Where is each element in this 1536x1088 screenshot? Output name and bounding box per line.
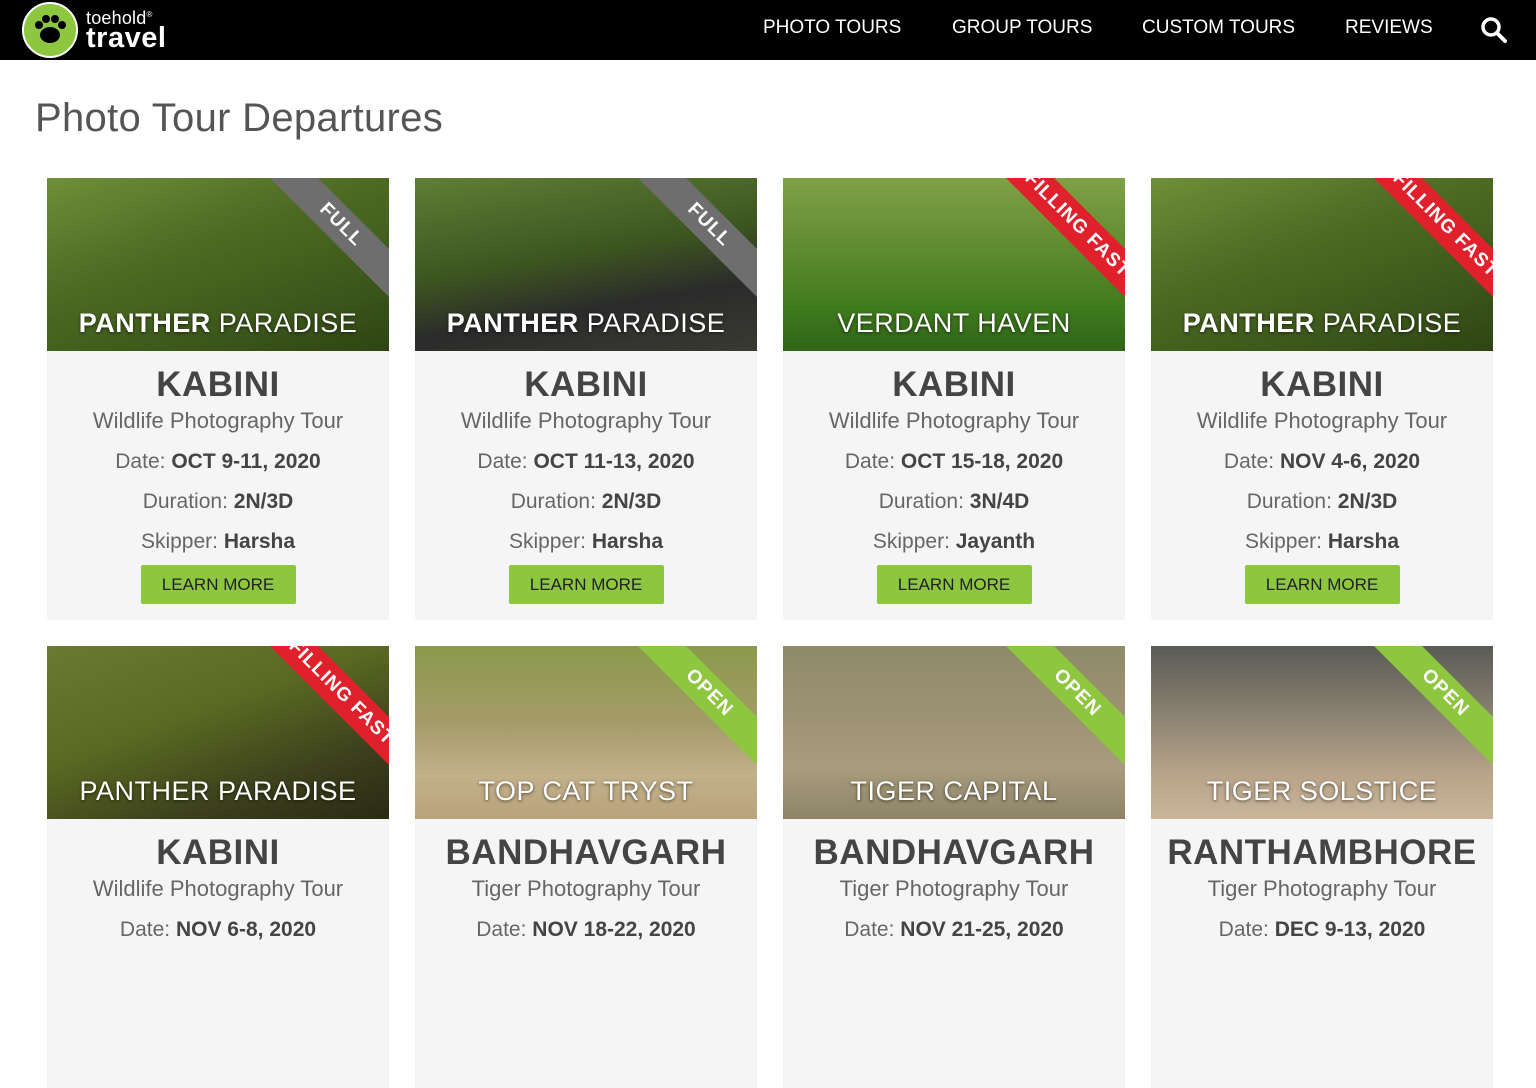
status-badge: OPEN bbox=[1362, 646, 1493, 776]
tour-image[interactable]: OPEN TIGER SOLSTICE bbox=[1151, 646, 1493, 819]
search-icon[interactable] bbox=[1480, 16, 1508, 44]
nav-group-tours[interactable]: GROUP TOURS bbox=[952, 17, 1092, 39]
tour-location: KABINI bbox=[156, 365, 280, 404]
tour-image[interactable]: FILLING FAST PANTHER PARADISE bbox=[1151, 178, 1493, 351]
duration-row: Duration: 2N/3D bbox=[510, 490, 662, 513]
tour-location: BANDHAVGARH bbox=[813, 833, 1095, 872]
tour-name: PANTHER PARADISE bbox=[78, 308, 358, 338]
tour-type: Wildlife Photography Tour bbox=[92, 408, 344, 433]
skipper-row: Skipper: Harsha bbox=[508, 530, 664, 553]
card-body: BANDHAVGARH Tiger Photography Tour Date: N… bbox=[783, 833, 1125, 943]
tour-card: FILLING FAST VERDANT HAVEN KABINI Wildlife … bbox=[783, 178, 1125, 620]
tour-name: TIGER SOLSTICE bbox=[1206, 776, 1438, 806]
status-badge: FILLING FAST bbox=[994, 178, 1125, 308]
tour-type: Wildlife Photography Tour bbox=[92, 876, 344, 901]
date-row: Date: OCT 9-11, 2020 bbox=[115, 450, 321, 473]
tour-image[interactable]: FULL PANTHER PARADISE bbox=[47, 178, 389, 351]
card-body: KABINI Wildlife Photography Tour Date: OCT… bbox=[415, 365, 757, 604]
status-badge: FILLING FAST bbox=[1362, 178, 1493, 308]
date-row: Date: OCT 11-13, 2020 bbox=[477, 450, 695, 473]
tour-name: TOP CAT TRYST bbox=[478, 776, 694, 806]
date-row: Date: OCT 15-18, 2020 bbox=[844, 450, 1064, 473]
learn-more-button[interactable]: LEARN MORE bbox=[508, 565, 664, 604]
tour-location: KABINI bbox=[892, 365, 1016, 404]
status-badge: OPEN bbox=[626, 646, 757, 776]
date-row: Date: NOV 6-8, 2020 bbox=[119, 918, 317, 941]
brand-logo[interactable]: toehold® travel bbox=[22, 2, 182, 58]
date-row: Date: DEC 9-13, 2020 bbox=[1218, 918, 1426, 941]
tour-card: OPEN TIGER SOLSTICE RANTHAMBHORE Tiger Phot… bbox=[1151, 646, 1493, 1088]
tour-location: KABINI bbox=[156, 833, 280, 872]
status-badge: FULL bbox=[626, 178, 757, 308]
tour-card: OPEN TIGER CAPITAL BANDHAVGARH Tiger Photog… bbox=[783, 646, 1125, 1088]
tour-image[interactable]: OPEN TOP CAT TRYST bbox=[415, 646, 757, 819]
tour-type: Tiger Photography Tour bbox=[471, 876, 701, 901]
status-badge: OPEN bbox=[994, 646, 1125, 776]
card-body: KABINI Wildlife Photography Tour Date: NOV… bbox=[47, 833, 389, 943]
tour-image[interactable]: FILLING FAST PANTHER PARADISE bbox=[47, 646, 389, 819]
duration-row: Duration: 3N/4D bbox=[878, 490, 1030, 513]
tour-type: Tiger Photography Tour bbox=[839, 876, 1069, 901]
tour-type: Wildlife Photography Tour bbox=[828, 408, 1080, 433]
card-body: RANTHAMBHORE Tiger Photography Tour Date: … bbox=[1151, 833, 1493, 943]
card-body: KABINI Wildlife Photography Tour Date: OCT… bbox=[47, 365, 389, 604]
top-navigation-bar: toehold® travel PHOTO TOURS GROUP TOURS … bbox=[0, 0, 1536, 60]
tour-card: FILLING FAST PANTHER PARADISE KABINI Wildli… bbox=[1151, 178, 1493, 620]
skipper-row: Skipper: Harsha bbox=[1244, 530, 1400, 553]
tour-name: PANTHER PARADISE bbox=[446, 308, 726, 338]
card-body: KABINI Wildlife Photography Tour Date: NOV… bbox=[1151, 365, 1493, 604]
tour-name: PANTHER PARADISE bbox=[1182, 308, 1462, 338]
page-title: Photo Tour Departures bbox=[35, 96, 444, 140]
date-row: Date: NOV 4-6, 2020 bbox=[1223, 450, 1421, 473]
tour-image[interactable]: OPEN TIGER CAPITAL bbox=[783, 646, 1125, 819]
paw-icon bbox=[22, 2, 78, 58]
date-row: Date: NOV 18-22, 2020 bbox=[476, 918, 696, 941]
tour-location: RANTHAMBHORE bbox=[1167, 833, 1477, 872]
tour-name: VERDANT HAVEN bbox=[837, 308, 1071, 338]
brand-name-big: travel bbox=[86, 22, 167, 54]
tour-card: FILLING FAST PANTHER PARADISE KABINI Wildli… bbox=[47, 646, 389, 1088]
tour-card: OPEN TOP CAT TRYST BANDHAVGARH Tiger Photog… bbox=[415, 646, 757, 1088]
nav-photo-tours[interactable]: PHOTO TOURS bbox=[763, 17, 901, 39]
tour-type: Tiger Photography Tour bbox=[1207, 876, 1437, 901]
card-body: BANDHAVGARH Tiger Photography Tour Date: N… bbox=[415, 833, 757, 943]
tour-card-grid: FULL PANTHER PARADISE KABINI Wildlife Photo… bbox=[47, 178, 1494, 1088]
tour-location: BANDHAVGARH bbox=[445, 833, 727, 872]
skipper-row: Skipper: Jayanth bbox=[872, 530, 1036, 553]
nav-reviews[interactable]: REVIEWS bbox=[1345, 17, 1433, 39]
tour-image[interactable]: FILLING FAST VERDANT HAVEN bbox=[783, 178, 1125, 351]
tour-image[interactable]: FULL PANTHER PARADISE bbox=[415, 178, 757, 351]
status-badge: FULL bbox=[258, 178, 389, 308]
skipper-row: Skipper: Harsha bbox=[140, 530, 296, 553]
tour-type: Wildlife Photography Tour bbox=[460, 408, 712, 433]
nav-custom-tours[interactable]: CUSTOM TOURS bbox=[1142, 17, 1295, 39]
card-body: KABINI Wildlife Photography Tour Date: OCT… bbox=[783, 365, 1125, 604]
learn-more-button[interactable]: LEARN MORE bbox=[876, 565, 1032, 604]
date-row: Date: NOV 21-25, 2020 bbox=[844, 918, 1064, 941]
tour-card: FULL PANTHER PARADISE KABINI Wildlife Photo… bbox=[47, 178, 389, 620]
status-badge: FILLING FAST bbox=[258, 646, 389, 776]
tour-location: KABINI bbox=[524, 365, 648, 404]
tour-name: PANTHER PARADISE bbox=[79, 776, 357, 806]
tour-type: Wildlife Photography Tour bbox=[1196, 408, 1448, 433]
tour-location: KABINI bbox=[1260, 365, 1384, 404]
learn-more-button[interactable]: LEARN MORE bbox=[140, 565, 296, 604]
duration-row: Duration: 2N/3D bbox=[142, 490, 294, 513]
tour-card: FULL PANTHER PARADISE KABINI Wildlife Photo… bbox=[415, 178, 757, 620]
tour-name: TIGER CAPITAL bbox=[850, 776, 1058, 806]
learn-more-button[interactable]: LEARN MORE bbox=[1244, 565, 1400, 604]
duration-row: Duration: 2N/3D bbox=[1246, 490, 1398, 513]
